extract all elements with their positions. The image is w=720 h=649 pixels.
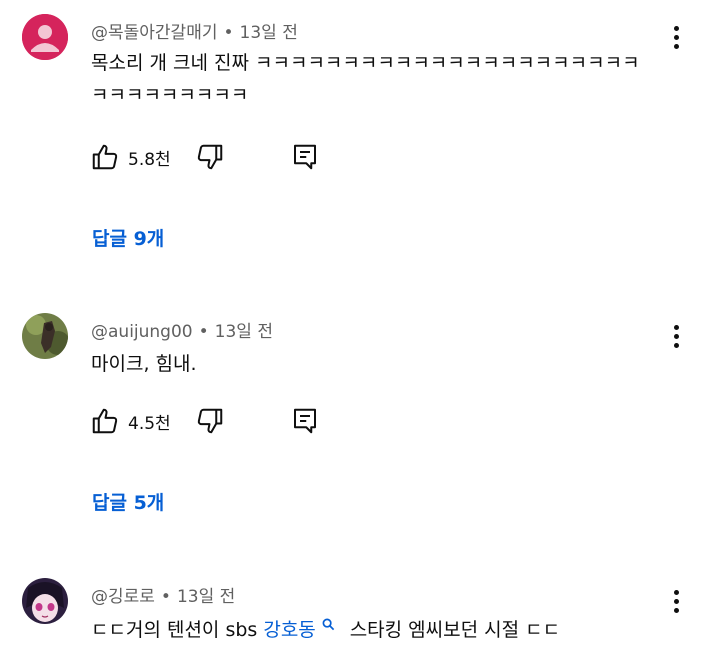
user-illustration-icon — [22, 578, 68, 624]
search-link[interactable]: 강호동 — [263, 619, 315, 641]
comment-text: ㄷㄷ거의 텐션이 sbs 강호동 스타킹 엠씨보던 시절 ㄷㄷ — [91, 614, 656, 646]
reply-button[interactable] — [290, 406, 320, 440]
view-replies-button[interactable]: 답글 9개 — [92, 224, 164, 251]
comment-meta: @깅로로 • 13일 전 — [91, 582, 235, 607]
user-silhouette-icon — [22, 14, 68, 60]
more-vertical-icon[interactable] — [664, 22, 688, 52]
comment-time[interactable]: 13일 전 — [240, 23, 298, 43]
dislike-button[interactable] — [195, 142, 225, 176]
more-vertical-icon[interactable] — [664, 321, 688, 351]
thumb-down-icon — [197, 144, 223, 170]
comment-author[interactable]: @깅로로 — [91, 587, 155, 607]
search-icon[interactable] — [318, 618, 340, 638]
comment-time[interactable]: 13일 전 — [215, 322, 273, 342]
comment-time[interactable]: 13일 전 — [177, 587, 235, 607]
thumb-up-icon — [92, 408, 118, 434]
user-photo-icon — [22, 313, 68, 359]
comment-author[interactable]: @목돌아간갈매기 — [91, 23, 217, 43]
comment-feed: @목돌아간갈매기 • 13일 전 목소리 개 크네 진짜 ㅋㅋㅋㅋㅋㅋㅋㅋㅋㅋㅋㅋㅋ… — [0, 0, 720, 649]
comment-text-part: ㄷㄷ거의 텐션이 sbs — [91, 619, 264, 641]
meta-separator: • — [198, 322, 209, 342]
comment-reply-icon — [294, 144, 316, 170]
comment-meta: @목돌아간갈매기 • 13일 전 — [91, 18, 298, 43]
meta-separator: • — [160, 587, 171, 607]
thumb-up-icon — [92, 144, 118, 170]
comment-text: 목소리 개 크네 진짜 ㅋㅋㅋㅋㅋㅋㅋㅋㅋㅋㅋㅋㅋㅋㅋㅋㅋㅋㅋㅋㅋㅋㅋㅋㅋㅋㅋㅋ… — [91, 52, 640, 106]
comment-author[interactable]: @auijung00 — [91, 322, 193, 342]
like-button[interactable] — [90, 406, 120, 440]
like-count: 5.8천 — [128, 150, 171, 170]
avatar[interactable] — [22, 578, 68, 624]
comment-text: 마이크, 힘내. — [91, 353, 197, 375]
comment-text-part: 스타킹 엠씨보던 시절 ㄷㄷ — [349, 619, 561, 641]
avatar[interactable] — [22, 14, 68, 60]
more-vertical-icon[interactable] — [664, 586, 688, 616]
meta-separator: • — [223, 23, 234, 43]
dislike-button[interactable] — [195, 406, 225, 440]
comment-meta: @auijung00 • 13일 전 — [91, 317, 273, 342]
like-button[interactable] — [90, 142, 120, 176]
avatar[interactable] — [22, 313, 68, 359]
like-count: 4.5천 — [128, 414, 171, 434]
comment-reply-icon — [294, 408, 316, 434]
reply-button[interactable] — [290, 142, 320, 176]
view-replies-button[interactable]: 답글 5개 — [92, 488, 164, 515]
thumb-down-icon — [197, 408, 223, 434]
